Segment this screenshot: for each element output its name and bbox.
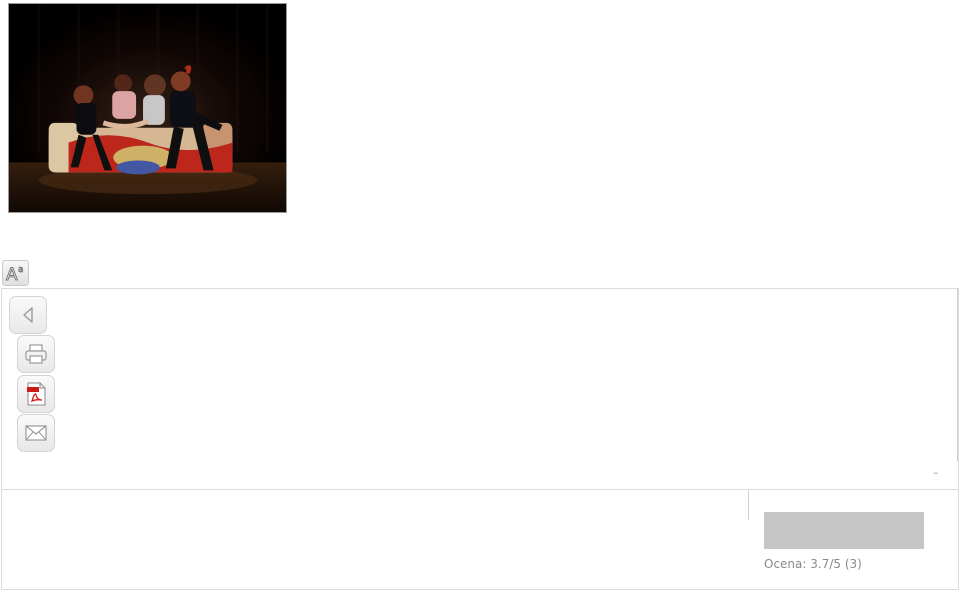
stage-photo-image bbox=[9, 4, 286, 212]
rating-widget[interactable] bbox=[764, 512, 924, 549]
print-icon bbox=[25, 344, 47, 364]
panel-edge bbox=[957, 288, 958, 461]
back-button[interactable] bbox=[9, 296, 47, 334]
email-icon bbox=[25, 425, 47, 441]
back-arrow-icon bbox=[23, 307, 33, 323]
svg-text:a: a bbox=[18, 265, 24, 275]
column-divider bbox=[748, 490, 749, 520]
font-size-button[interactable]: A a bbox=[2, 260, 29, 286]
email-button[interactable] bbox=[17, 414, 55, 452]
section-divider bbox=[1, 489, 959, 490]
rating-label: Ocena: 3.7/5 (3) bbox=[764, 557, 862, 571]
font-size-icon: A a bbox=[5, 265, 24, 284]
svg-text:A: A bbox=[6, 265, 18, 283]
pdf-button[interactable] bbox=[17, 375, 55, 413]
print-button[interactable] bbox=[17, 335, 55, 373]
separator-dash: – bbox=[933, 466, 939, 479]
pdf-icon bbox=[27, 382, 46, 406]
stage-photo[interactable] bbox=[8, 3, 287, 213]
